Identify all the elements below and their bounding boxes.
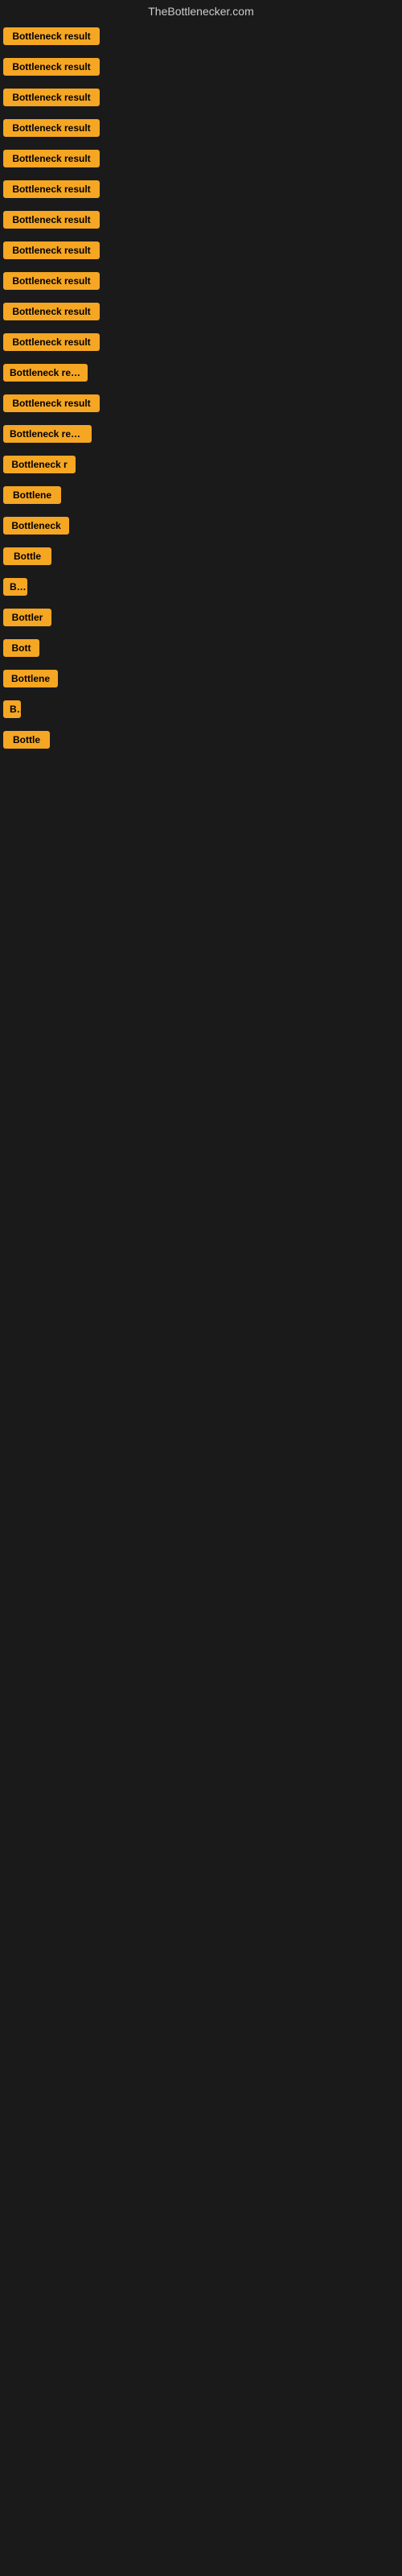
button-row-4: Bottleneck result [0, 113, 402, 143]
button-row-2: Bottleneck result [0, 52, 402, 82]
bottleneck-result-button-11[interactable]: Bottleneck result [3, 333, 100, 351]
button-row-17: Bottleneck [0, 510, 402, 541]
bottleneck-result-button-21[interactable]: Bott [3, 639, 39, 657]
button-row-24: Bottle [0, 724, 402, 755]
button-row-8: Bottleneck result [0, 235, 402, 266]
button-row-7: Bottleneck result [0, 204, 402, 235]
buttons-container: Bottleneck result Bottleneck result Bottle… [0, 21, 402, 755]
bottleneck-result-button-13[interactable]: Bottleneck result [3, 394, 100, 412]
bottleneck-result-button-14[interactable]: Bottleneck result [3, 425, 92, 443]
bottleneck-result-button-2[interactable]: Bottleneck result [3, 58, 100, 76]
bottleneck-result-button-10[interactable]: Bottleneck result [3, 303, 100, 320]
bottleneck-result-button-16[interactable]: Bottlene [3, 486, 61, 504]
bottleneck-result-button-9[interactable]: Bottleneck result [3, 272, 100, 290]
button-row-23: B [0, 694, 402, 724]
button-row-10: Bottleneck result [0, 296, 402, 327]
button-row-14: Bottleneck result [0, 419, 402, 449]
button-row-19: Bo [0, 572, 402, 602]
bottleneck-result-button-4[interactable]: Bottleneck result [3, 119, 100, 137]
button-row-16: Bottlene [0, 480, 402, 510]
button-row-11: Bottleneck result [0, 327, 402, 357]
button-row-9: Bottleneck result [0, 266, 402, 296]
bottleneck-result-button-23[interactable]: B [3, 700, 21, 718]
button-row-22: Bottlene [0, 663, 402, 694]
bottleneck-result-button-22[interactable]: Bottlene [3, 670, 58, 687]
button-row-21: Bott [0, 633, 402, 663]
button-row-15: Bottleneck r [0, 449, 402, 480]
button-row-13: Bottleneck result [0, 388, 402, 419]
bottleneck-result-button-5[interactable]: Bottleneck result [3, 150, 100, 167]
button-row-20: Bottler [0, 602, 402, 633]
button-row-1: Bottleneck result [0, 21, 402, 52]
bottleneck-result-button-24[interactable]: Bottle [3, 731, 50, 749]
button-row-12: Bottleneck result [0, 357, 402, 388]
bottleneck-result-button-15[interactable]: Bottleneck r [3, 456, 76, 473]
bottleneck-result-button-8[interactable]: Bottleneck result [3, 242, 100, 259]
bottleneck-result-button-20[interactable]: Bottler [3, 609, 51, 626]
bottleneck-result-button-17[interactable]: Bottleneck [3, 517, 69, 535]
bottleneck-result-button-6[interactable]: Bottleneck result [3, 180, 100, 198]
site-title-container: TheBottlenecker.com [0, 0, 402, 21]
button-row-5: Bottleneck result [0, 143, 402, 174]
bottleneck-result-button-12[interactable]: Bottleneck result [3, 364, 88, 382]
bottleneck-result-button-18[interactable]: Bottle [3, 547, 51, 565]
button-row-18: Bottle [0, 541, 402, 572]
bottleneck-result-button-7[interactable]: Bottleneck result [3, 211, 100, 229]
button-row-3: Bottleneck result [0, 82, 402, 113]
site-title: TheBottlenecker.com [0, 0, 402, 21]
button-row-6: Bottleneck result [0, 174, 402, 204]
bottleneck-result-button-3[interactable]: Bottleneck result [3, 89, 100, 106]
bottleneck-result-button-19[interactable]: Bo [3, 578, 27, 596]
bottleneck-result-button-1[interactable]: Bottleneck result [3, 27, 100, 45]
